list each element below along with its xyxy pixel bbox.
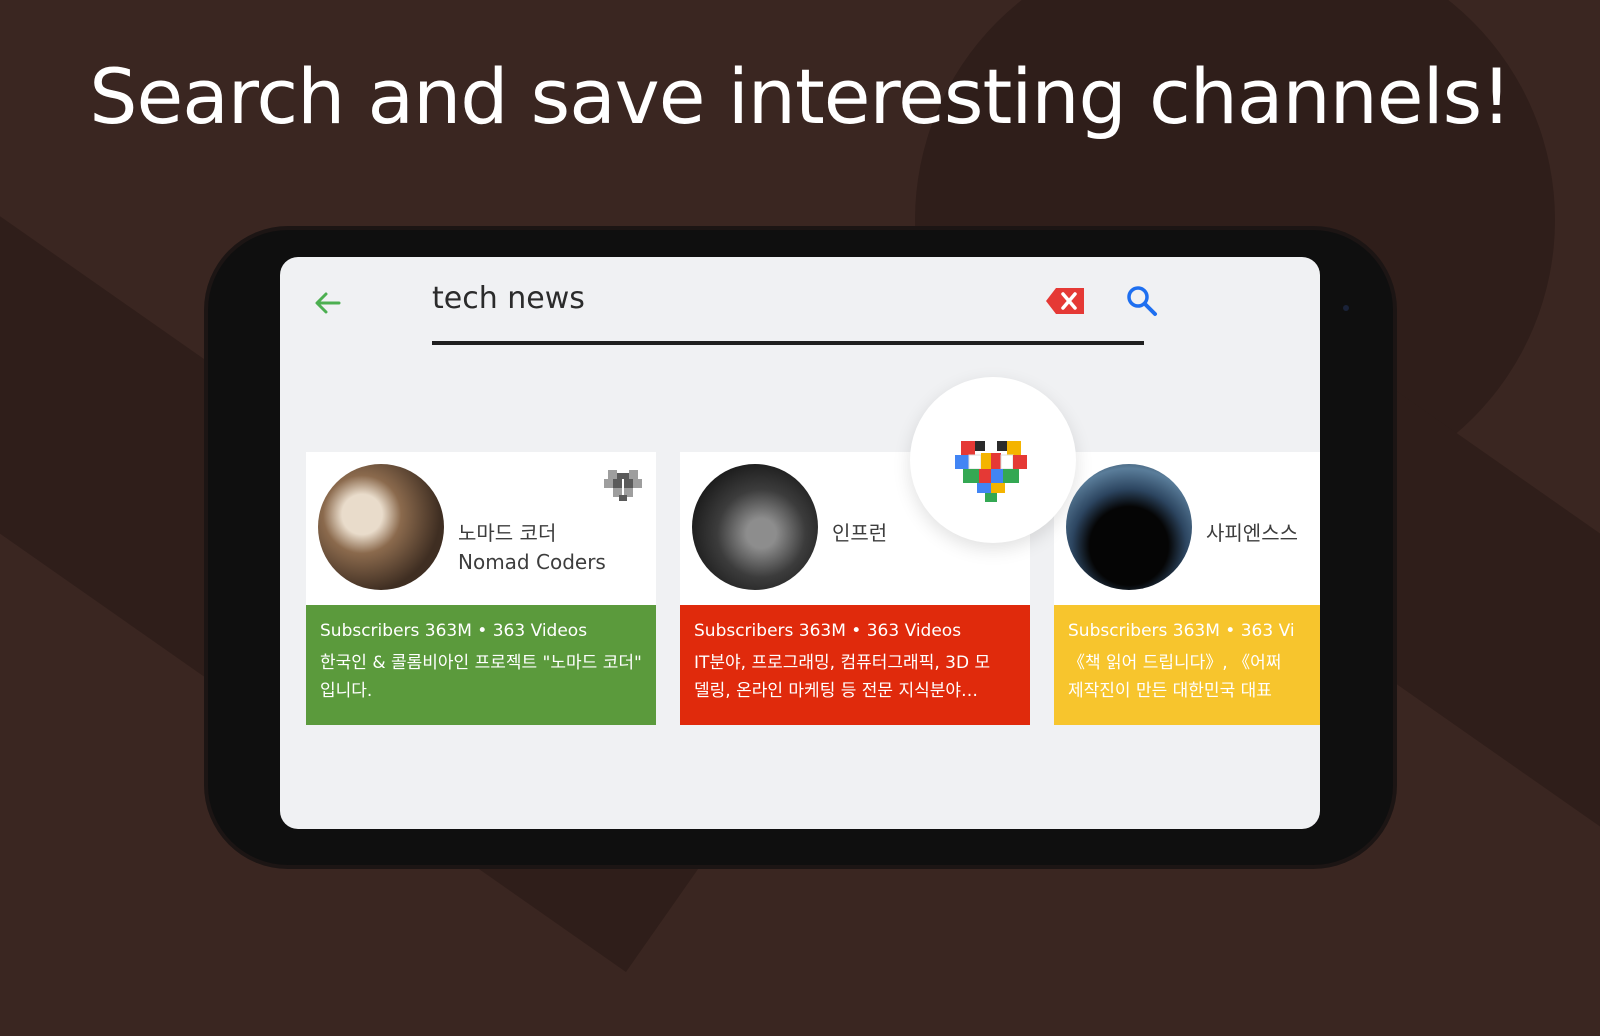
channel-description: IT분야, 프로그래밍, 컴퓨터그래픽, 3D 모 [694,653,991,673]
heart-outline-icon [604,470,642,501]
app-screen: tech news 노마드 코더 Nomad Coders Subscriber… [280,257,1320,829]
channel-description: 제작진이 만든 대한민국 대표 [1068,681,1272,701]
channel-stats: Subscribers 363M • 363 Videos [320,621,588,641]
channel-name-english: Nomad Coders [458,550,606,574]
channel-avatar [692,464,818,590]
headline: Search and save interesting channels! [89,52,1512,141]
colorful-heart-icon [955,441,1027,502]
channel-name-korean: 인프런 [832,521,888,545]
tablet-frame: tech news 노마드 코더 Nomad Coders Subscriber… [208,230,1393,865]
back-button[interactable] [312,287,344,319]
search-underline [432,341,1144,345]
channel-stats: Subscribers 363M • 363 Videos [694,621,962,641]
channel-description: 델링, 온라인 마케팅 등 전문 지식분야… [694,681,979,701]
clear-search-button[interactable] [1044,285,1086,317]
channel-card[interactable]: 노마드 코더 Nomad Coders Subscribers 363M • 3… [306,452,656,725]
channel-card[interactable]: 사피엔스스 Subscribers 363M • 363 Vi 《책 읽어 드립… [1054,452,1320,725]
channel-avatar [1066,464,1192,590]
channel-stats: Subscribers 363M • 363 Vi [1068,621,1295,641]
channel-avatar [318,464,444,590]
search-input[interactable]: tech news [432,281,585,316]
camera-dot [1343,305,1349,311]
magnifier-icon [1127,286,1157,316]
favorite-popup[interactable] [910,377,1076,543]
channel-info-panel: Subscribers 363M • 363 Videos IT분야, 프로그래… [680,605,1030,725]
favorite-button[interactable] [602,464,644,504]
search-button[interactable] [1125,284,1159,318]
channel-info-panel: Subscribers 363M • 363 Vi 《책 읽어 드립니다》, 《… [1054,605,1320,725]
channel-description: 《책 읽어 드립니다》, 《어쩌 [1068,653,1282,673]
arrow-left-icon [315,292,341,314]
channel-info-panel: Subscribers 363M • 363 Videos 한국인 & 콜롬비아… [306,605,656,725]
channel-name-korean: 사피엔스스 [1206,521,1298,545]
backspace-clear-icon [1046,288,1084,314]
channel-name-korean: 노마드 코더 [458,521,557,545]
channel-description: 한국인 & 콜롬비아인 프로젝트 "노마드 코더" 입니다. [320,653,642,701]
